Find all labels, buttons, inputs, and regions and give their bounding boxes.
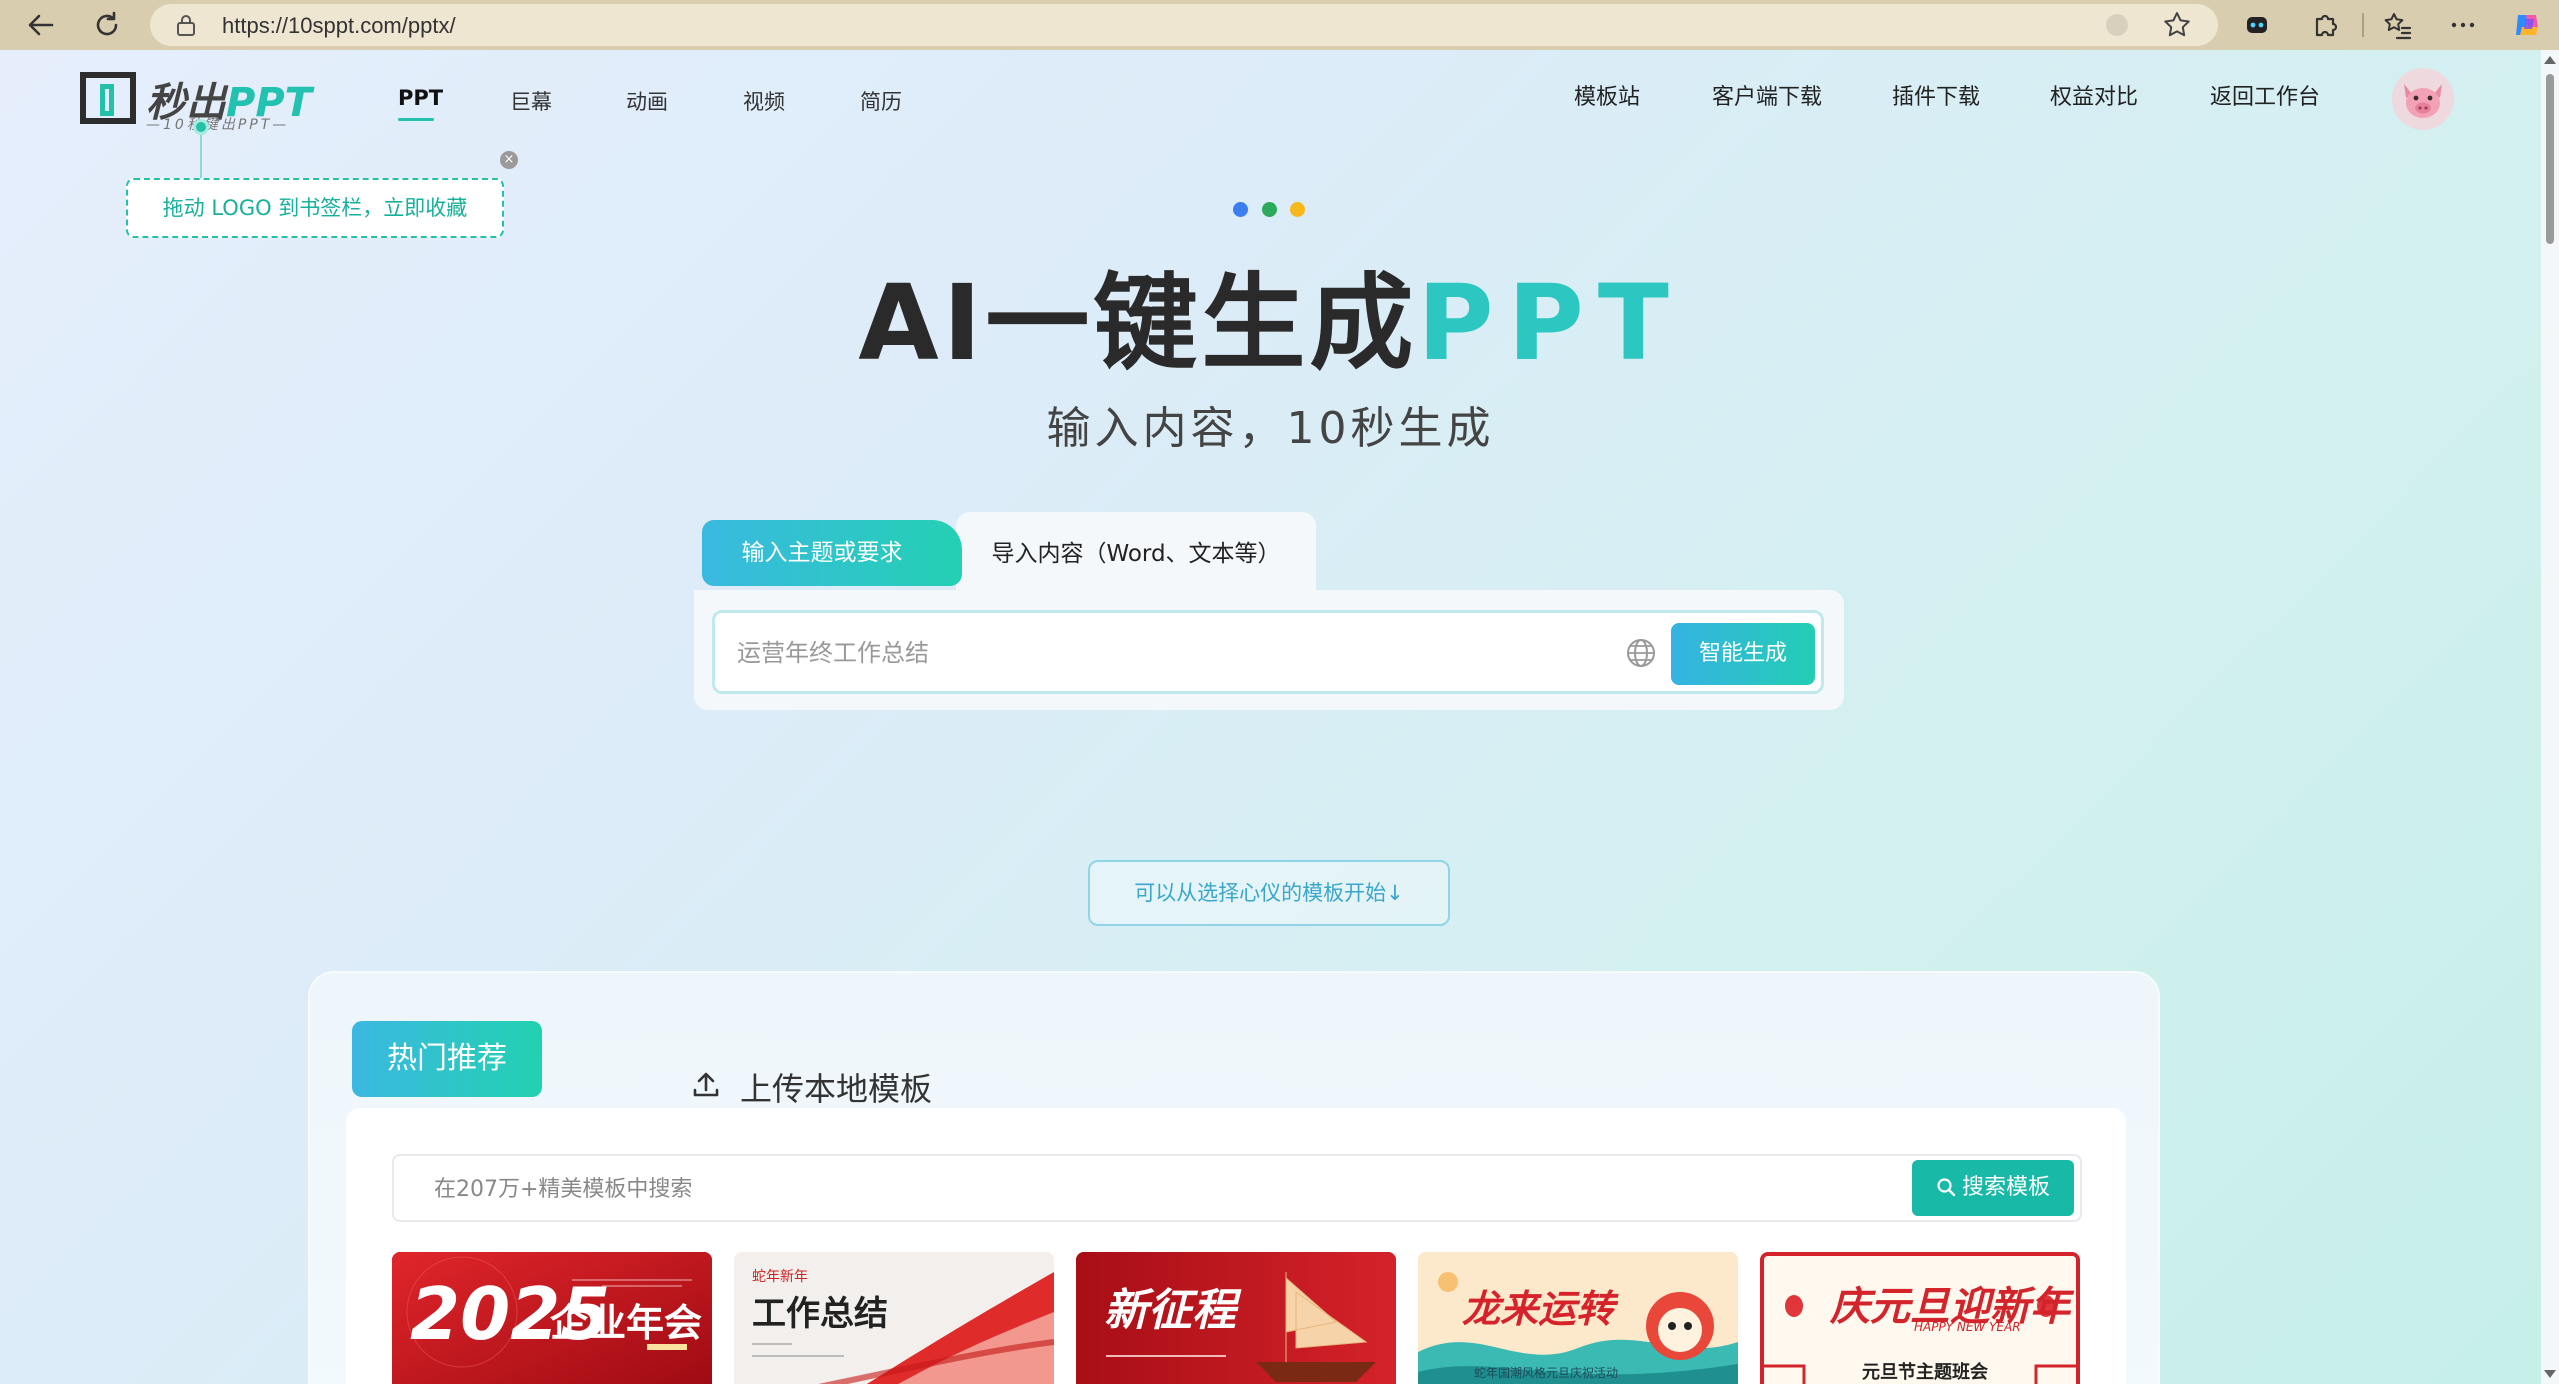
nav-plugin-download[interactable]: 插件下载 (1892, 79, 1980, 111)
dot-yellow (1290, 202, 1305, 217)
nav-item-resume[interactable]: 简历 (860, 86, 902, 116)
tab-import-content-label: 导入内容（Word、文本等） (991, 541, 1281, 567)
scroll-up-arrow-icon[interactable] (2544, 56, 2556, 64)
extensions-puzzle-icon[interactable] (2306, 6, 2344, 44)
search-icon (1937, 1178, 1956, 1197)
card-title: 龙来运转 (1462, 1287, 1615, 1331)
choose-template-button[interactable]: 可以从选择心仪的模板开始↓ (1088, 860, 1450, 926)
card-subtitle: 元旦节主题班会 (1862, 1362, 1988, 1383)
user-avatar[interactable] (2392, 68, 2454, 130)
active-nav-indicator (398, 118, 434, 121)
template-card[interactable]: 蛇年新年 工作总结 (734, 1252, 1054, 1384)
tooltip-close-icon[interactable]: × (500, 151, 518, 169)
template-card[interactable]: 庆元旦迎新年 HAPPY NEW YEAR 元旦节主题班会 (1760, 1252, 2080, 1384)
search-template-button[interactable]: 搜索模板 (1912, 1160, 2074, 1216)
template-search-box: 搜索模板 (392, 1154, 2082, 1222)
page-scrollbar[interactable] (2541, 50, 2559, 1384)
back-arrow-icon[interactable] (22, 6, 60, 44)
favorites-collection-icon[interactable] (2378, 6, 2416, 44)
nav-benefits-compare[interactable]: 权益对比 (2050, 79, 2138, 111)
nav-client-download[interactable]: 客户端下载 (1712, 79, 1822, 111)
url-text: https://10sppt.com/pptx/ (222, 13, 456, 38)
extension-robot-icon[interactable] (2238, 6, 2276, 44)
tooltip-anchor-dot (193, 119, 209, 135)
template-card[interactable]: 2025 企业年会 (392, 1252, 712, 1384)
card-tag: 蛇年新年 (752, 1269, 808, 1285)
generator-card: 智能生成 (694, 590, 1844, 710)
site-info-icon[interactable] (176, 14, 196, 36)
search-template-label: 搜索模板 (1961, 1175, 2050, 1200)
card-tag: HAPPY NEW YEAR (1914, 1320, 2021, 1334)
favorite-star-icon[interactable] (2162, 10, 2192, 40)
bookmark-tooltip-text: 拖动 LOGO 到书签栏，立即收藏 (162, 196, 468, 220)
nav-back-to-workspace[interactable]: 返回工作台 (2210, 79, 2320, 111)
dot-blue (1233, 202, 1248, 217)
nav-item-video[interactable]: 视频 (743, 86, 785, 116)
translate-icon[interactable] (2102, 10, 2132, 40)
nav-item-jumu[interactable]: 巨幕 (510, 86, 552, 116)
topic-input[interactable] (737, 633, 1617, 673)
nav-item-ppt[interactable]: PPT (398, 86, 443, 121)
smart-generate-button[interactable]: 智能生成 (1671, 623, 1815, 685)
card-title: 工作总结 (752, 1294, 888, 1334)
card-subtitle: 蛇年国潮风格元旦庆祝活动 (1474, 1366, 1619, 1380)
nav-template-site[interactable]: 模板站 (1574, 79, 1640, 111)
more-menu-icon[interactable] (2444, 6, 2482, 44)
tab-input-topic-label: 输入主题或要求 (741, 540, 903, 566)
tab-hot-recommend-label: 热门推荐 (387, 1041, 507, 1076)
tab-import-content[interactable]: 导入内容（Word、文本等） (956, 512, 1316, 590)
copilot-icon[interactable] (2508, 6, 2546, 44)
tab-input-topic[interactable]: 输入主题或要求 (702, 520, 962, 586)
logo-mark-icon (80, 72, 136, 124)
scrollbar-thumb[interactable] (2546, 74, 2554, 244)
logo-slogan: —10秒键出PPT— (146, 117, 290, 133)
tab-hot-recommend[interactable]: 热门推荐 (352, 1021, 542, 1097)
upload-icon (693, 1072, 719, 1097)
template-card[interactable]: 新征程 (1076, 1252, 1396, 1384)
card-title: 新征程 (1104, 1285, 1236, 1336)
reload-icon[interactable] (88, 6, 126, 44)
tab-upload-local-template-label: 上传本地模板 (740, 1070, 933, 1108)
scroll-down-arrow-icon[interactable] (2544, 1370, 2556, 1378)
toolbar-separator (2362, 13, 2364, 37)
browser-toolbar: https://10sppt.com/pptx/ (0, 0, 2559, 50)
hero-subtitle: 输入内容，10秒生成 (1046, 403, 1495, 454)
choose-template-label: 可以从选择心仪的模板开始↓ (1134, 881, 1404, 905)
card-title: 企业年会 (550, 1301, 703, 1345)
page-viewport: 秒出PPT —10秒键出PPT— PPT 巨幕 动画 视频 简历 模板站 客户端… (0, 50, 2559, 1384)
template-search-input[interactable] (434, 1170, 1754, 1208)
template-card[interactable]: 龙来运转 蛇年国潮风格元旦庆祝活动 (1418, 1252, 1738, 1384)
nav-item-animation[interactable]: 动画 (626, 86, 668, 116)
topic-input-box: 智能生成 (712, 610, 1824, 694)
web-search-globe-icon[interactable] (1623, 635, 1659, 671)
dot-green (1262, 202, 1277, 217)
address-bar[interactable]: https://10sppt.com/pptx/ (150, 4, 2218, 46)
bookmark-tooltip: 拖动 LOGO 到书签栏，立即收藏 (126, 178, 504, 238)
hero-title: AI一键生成PPT (858, 262, 1683, 384)
